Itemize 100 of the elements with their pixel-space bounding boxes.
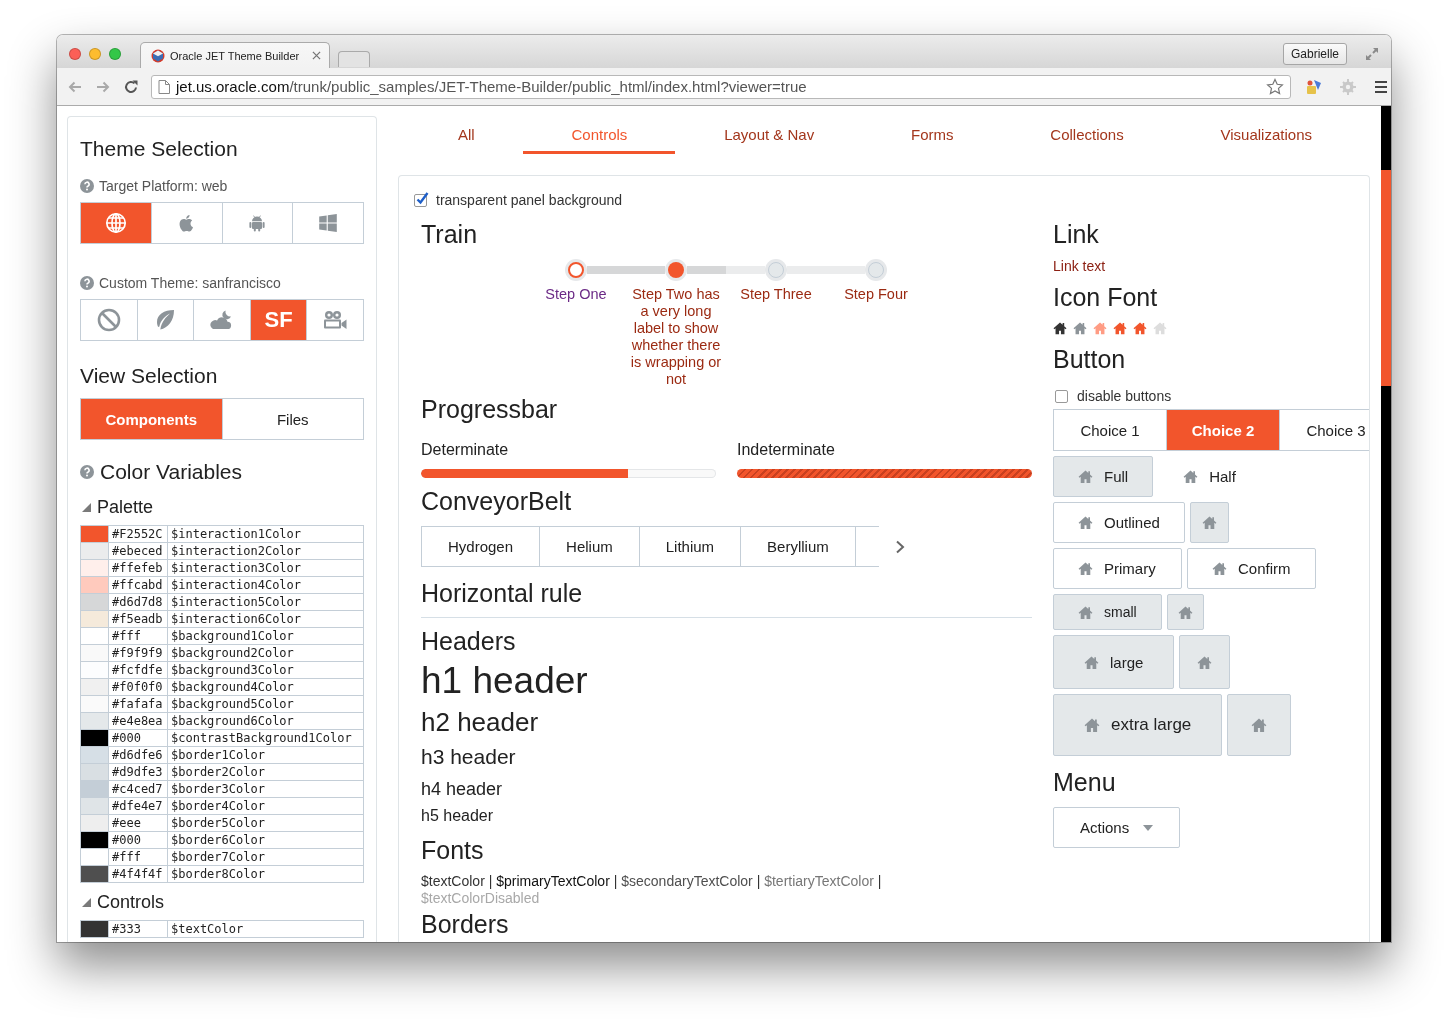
table-cell: $textColor [167, 920, 364, 938]
table-cell: #fff [108, 848, 168, 866]
step-label[interactable]: Step One [527, 286, 625, 303]
step-label[interactable]: Step Three [727, 286, 825, 303]
section-title: Progressbar [421, 394, 559, 424]
section-title: Fonts [421, 835, 485, 865]
windows-icon [317, 212, 340, 234]
table-cell: #e4e8ea [108, 712, 168, 730]
android-icon [247, 213, 268, 233]
table-cell: #f0f0f0 [108, 678, 168, 696]
table-cell: $interaction1Color [167, 525, 364, 543]
zoom-window-button[interactable] [109, 47, 121, 60]
menu-icon [1373, 78, 1389, 95]
section-title: View Selection [80, 363, 219, 389]
demo-button[interactable]: large [1053, 635, 1175, 689]
cloud-moon-icon [210, 308, 234, 332]
globe-icon [104, 212, 127, 234]
house-icon [1201, 515, 1217, 530]
step-marker[interactable] [768, 262, 784, 278]
table-cell: $interaction3Color [167, 559, 364, 577]
page-icon [158, 79, 170, 94]
new-tab-button[interactable] [338, 51, 370, 67]
demo-button[interactable]: small [1053, 594, 1162, 630]
table-cell: $interaction4Color [167, 576, 364, 594]
step-marker[interactable] [668, 262, 684, 278]
step-label[interactable]: Step Two has a very long label to show whether there is wrapping or not [627, 286, 725, 388]
table-cell: $background4Color [167, 678, 364, 696]
house-icon [1084, 717, 1100, 733]
close-window-button[interactable] [69, 47, 81, 60]
separator-text: | [877, 873, 882, 889]
fullscreen-icon [1365, 46, 1379, 61]
group-title[interactable]: Palette [97, 496, 154, 518]
nav-tab[interactable]: Controls [523, 116, 676, 154]
house-icon [1078, 515, 1093, 530]
step-marker[interactable] [568, 262, 584, 278]
section-title: Menu [1053, 767, 1117, 797]
nav-tab[interactable]: Layout & Nav [676, 116, 863, 154]
table-cell: $border7Color [167, 848, 364, 866]
bookmark-star-icon [1266, 77, 1284, 96]
icon-button[interactable] [1179, 635, 1231, 689]
video-camera-icon [322, 309, 349, 331]
nav-tab[interactable]: Visualizations [1172, 116, 1360, 154]
nav-tab[interactable]: Forms [863, 116, 1002, 154]
conveyor-item[interactable]: Lithium [639, 527, 742, 566]
conveyor-item[interactable]: Hydrogen [422, 527, 541, 566]
demo-button[interactable]: Full [1053, 456, 1154, 497]
menu-button[interactable]: Actions [1053, 807, 1180, 848]
demo-button[interactable]: Confirm [1187, 548, 1316, 589]
conveyor-item[interactable]: Helium [540, 527, 640, 566]
scrollbar-thumb[interactable] [1381, 170, 1391, 386]
section-title: Color Variables [100, 459, 242, 485]
demo-button[interactable]: Half [1158, 456, 1261, 497]
field-label: Custom Theme: sanfrancisco [99, 274, 281, 292]
chevron-right-icon [895, 539, 905, 554]
address-bar[interactable]: jet.us.oracle.com/trunk/public_samples/JET-Theme-Builder/public_html/index.html?viewer=true [151, 74, 1291, 99]
link[interactable]: Link text [1053, 257, 1369, 275]
icon-button[interactable] [1189, 502, 1229, 543]
profile-button[interactable]: Gabrielle [1282, 42, 1347, 65]
section-title: Train [421, 219, 479, 249]
table-cell: $contrastBackground1Color [167, 729, 364, 747]
table-cell: #000 [108, 831, 168, 849]
group-title[interactable]: Controls [97, 891, 165, 913]
browser-tab[interactable]: Oracle JET Theme Builder [140, 42, 330, 68]
help-icon [80, 276, 94, 290]
step-label[interactable]: Step Four [827, 286, 925, 303]
table-cell: #d6dfe6 [108, 746, 168, 764]
nav-tab[interactable]: All [410, 116, 523, 154]
color-sample-text: $tertiaryTextColor [764, 873, 874, 889]
table-cell: $border8Color [167, 865, 364, 883]
table-cell: $border4Color [167, 797, 364, 815]
table-cell: #fff [108, 627, 168, 645]
header-text: h3 header [421, 744, 517, 770]
step-marker[interactable] [868, 262, 884, 278]
section-title: Icon Font [1053, 282, 1159, 312]
checkbox-label: transparent panel background [436, 191, 623, 210]
reload-icon [123, 78, 139, 95]
table-cell: #dfe4e7 [108, 797, 168, 815]
section-title: ConveyorBelt [421, 486, 573, 516]
table-cell: $background2Color [167, 644, 364, 662]
demo-button[interactable]: Outlined [1053, 502, 1185, 543]
caret-down-icon [1143, 824, 1154, 831]
nav-tab[interactable]: Collections [1002, 116, 1172, 154]
table-cell: $border5Color [167, 814, 364, 832]
checkbox[interactable] [414, 193, 427, 207]
platform-button[interactable] [81, 203, 152, 243]
demo-button[interactable]: Primary [1053, 548, 1182, 589]
color-sample-text: $textColor [421, 873, 485, 889]
field-label: Target Platform: web [99, 177, 228, 195]
table-cell: #000 [108, 729, 168, 747]
icon-button[interactable] [1166, 594, 1204, 630]
icon-button[interactable] [1227, 694, 1292, 756]
checkbox[interactable] [1055, 389, 1068, 403]
table-cell: #d6d7d8 [108, 593, 168, 611]
demo-button[interactable]: extra large [1053, 694, 1223, 756]
scrollbar[interactable] [1381, 106, 1391, 942]
table-cell: $background3Color [167, 661, 364, 679]
help-icon [80, 465, 94, 479]
section-title: Link [1053, 219, 1100, 249]
conveyor-item[interactable]: Beryllium [741, 527, 856, 566]
minimize-window-button[interactable] [89, 47, 101, 60]
